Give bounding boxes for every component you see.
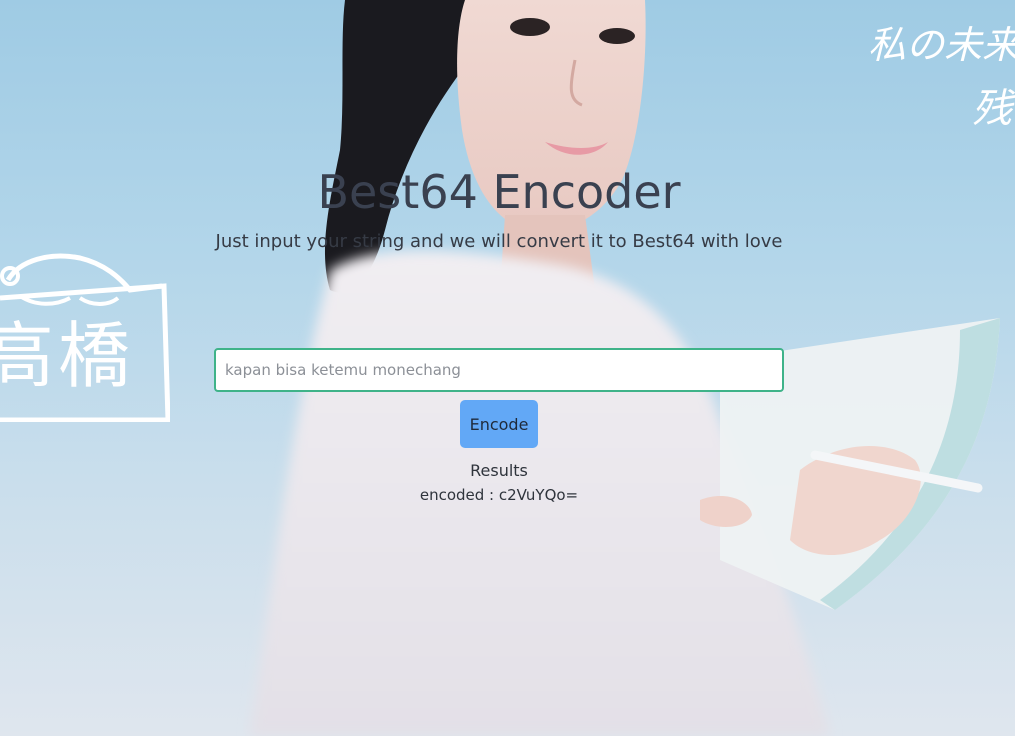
encode-button[interactable]: Encode [460, 400, 538, 448]
results-prefix: encoded : [419, 486, 499, 504]
string-input[interactable] [214, 348, 784, 392]
encoded-value: c2VuYQo= [498, 486, 579, 504]
results-heading: Results [470, 461, 528, 480]
page: 高橋 私の未来 残 Best64 Encoder Just input your… [0, 0, 1015, 736]
input-container [214, 348, 784, 392]
page-title: Best64 Encoder [317, 165, 681, 219]
encoder-app: Best64 Encoder Just input your string an… [0, 0, 1015, 736]
results-output: encoded : c2VuYQo= [0, 484, 998, 506]
page-subtitle: Just input your string and we will conve… [215, 231, 783, 252]
